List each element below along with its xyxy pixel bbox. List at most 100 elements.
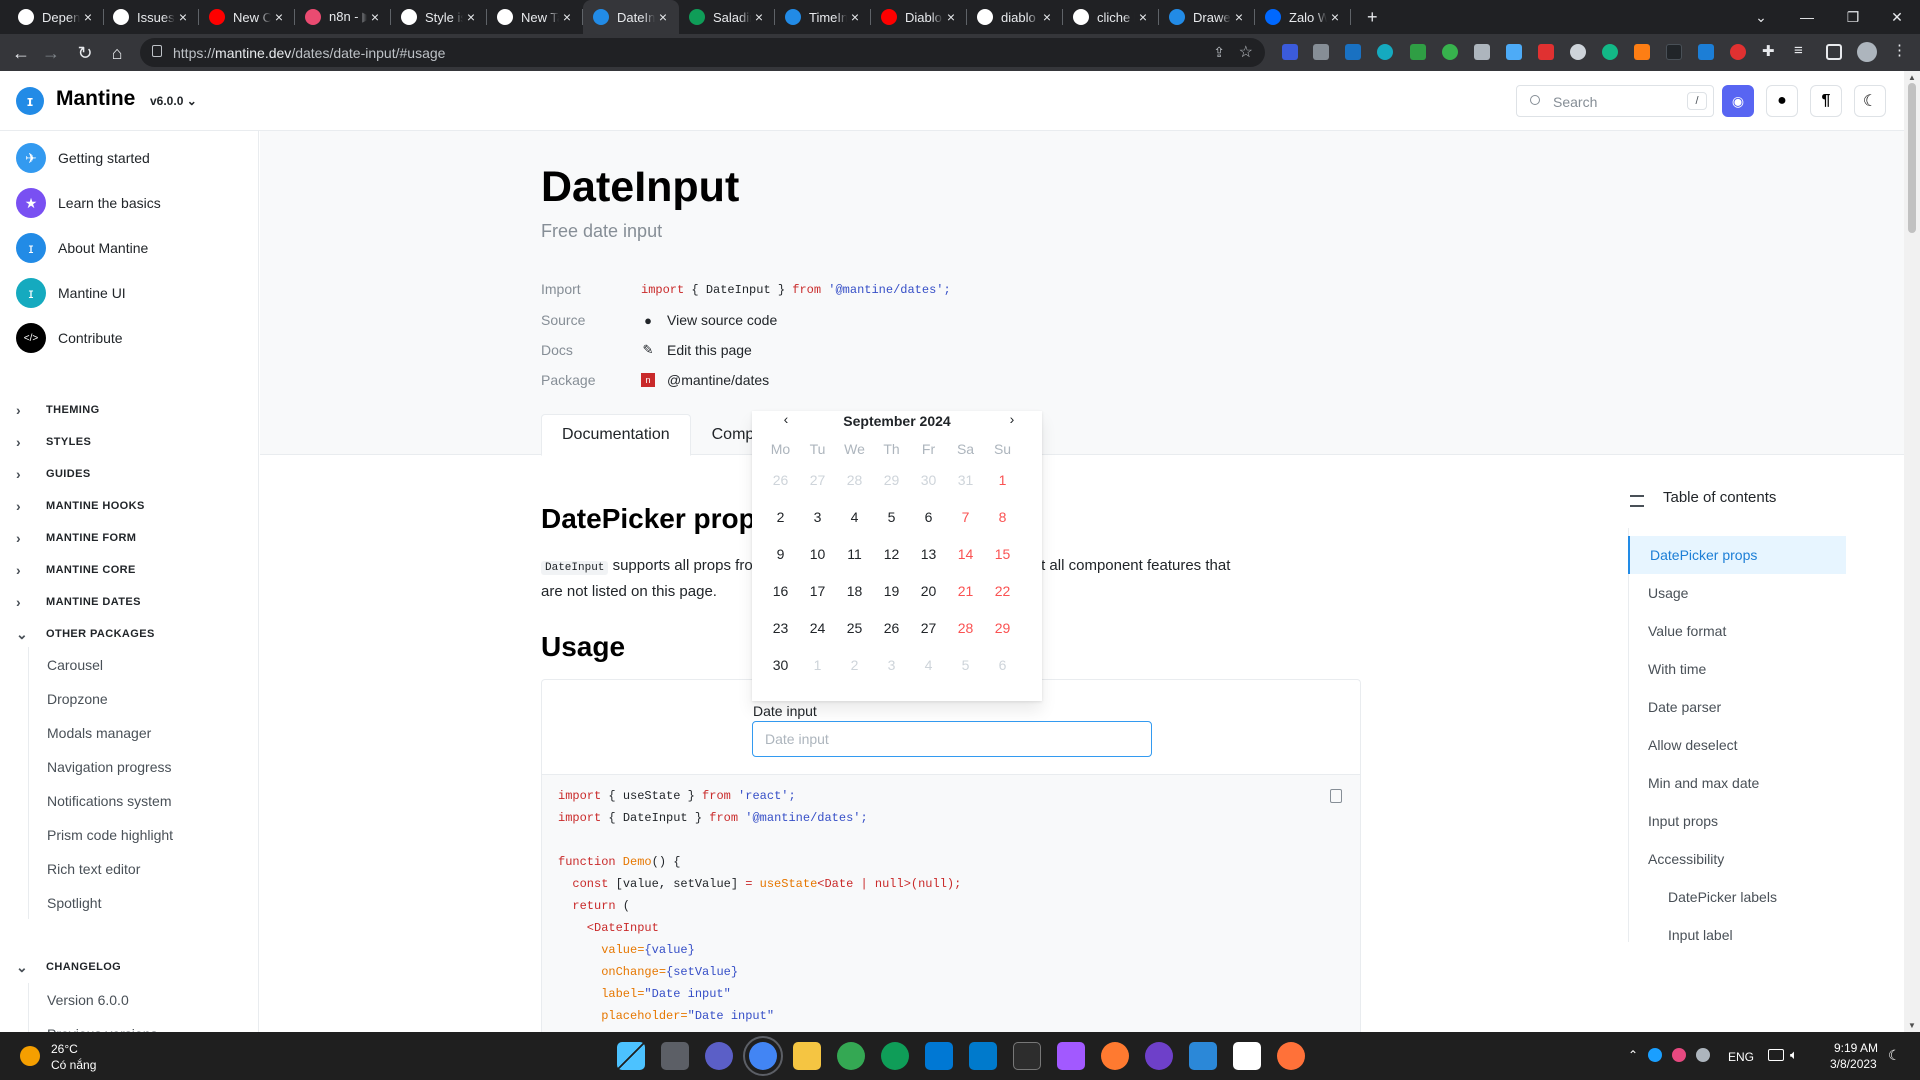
- home-icon[interactable]: ⌂: [104, 40, 130, 66]
- toc-item[interactable]: DatePicker labels: [1628, 878, 1846, 916]
- extension-badge2-icon[interactable]: [1698, 44, 1714, 60]
- tab-close-icon[interactable]: ×: [1327, 9, 1343, 25]
- calendar-day[interactable]: 3: [873, 647, 910, 684]
- toc-item[interactable]: Input props: [1628, 802, 1846, 840]
- calendar-day[interactable]: 8: [984, 499, 1021, 536]
- source-link[interactable]: ● View source code: [641, 312, 777, 328]
- discord-icon[interactable]: ◉: [1722, 85, 1754, 117]
- sidebar-item[interactable]: Dropzone: [47, 691, 108, 707]
- firefox-icon[interactable]: [1277, 1042, 1305, 1070]
- tab-search-icon[interactable]: ⌄: [1738, 0, 1784, 34]
- tab-close-icon[interactable]: ×: [751, 9, 767, 25]
- calendar-day[interactable]: 6: [984, 647, 1021, 684]
- calendar-day[interactable]: 16: [762, 573, 799, 610]
- extension-bitwarden-icon[interactable]: [1282, 44, 1298, 60]
- browser-tab[interactable]: Saladin Ac×: [679, 0, 775, 34]
- calendar-day[interactable]: 10: [799, 536, 836, 573]
- sidebar-item[interactable]: Carousel: [47, 657, 103, 673]
- calendar-day[interactable]: 4: [910, 647, 947, 684]
- calendar-day[interactable]: 13: [910, 536, 947, 573]
- browser-tab[interactable]: n8n - ▶ R×: [295, 0, 391, 34]
- bookmark-star-icon[interactable]: ☆: [1239, 42, 1253, 62]
- calendar-day[interactable]: 6: [910, 499, 947, 536]
- version-select[interactable]: v6.0.0 ⌄: [150, 94, 197, 108]
- extension-toolkit-icon[interactable]: [1506, 44, 1522, 60]
- share-icon[interactable]: ⇪: [1213, 44, 1225, 61]
- tab-close-icon[interactable]: ×: [847, 9, 863, 25]
- calendar-day[interactable]: 19: [873, 573, 910, 610]
- browser-tab[interactable]: cliche là g×: [1063, 0, 1159, 34]
- calendar-day[interactable]: 23: [762, 610, 799, 647]
- new-tab-button[interactable]: +: [1357, 0, 1378, 34]
- tray-app2-icon[interactable]: [1696, 1048, 1710, 1062]
- calendar-day[interactable]: 2: [836, 647, 873, 684]
- tray-chevron-icon[interactable]: ⌃: [1628, 1048, 1638, 1062]
- calendar-day[interactable]: 3: [799, 499, 836, 536]
- extension-f-icon[interactable]: [1538, 44, 1554, 60]
- steam-tray-icon[interactable]: [1648, 1048, 1662, 1062]
- sidebar-section[interactable]: › MANTINE CORE: [16, 560, 136, 580]
- calendar-day[interactable]: 4: [836, 499, 873, 536]
- mantine-logo-icon[interactable]: ɪ: [16, 87, 44, 115]
- sidebar-item[interactable]: Modals manager: [47, 725, 151, 741]
- github-desktop-icon[interactable]: [1145, 1042, 1173, 1070]
- import-code[interactable]: import { DateInput } from '@mantine/date…: [641, 283, 951, 297]
- reading-list-icon[interactable]: ≡: [1794, 42, 1810, 59]
- sidebar-section[interactable]: › STYLES: [16, 432, 91, 452]
- calendar-day[interactable]: 24: [799, 610, 836, 647]
- toc-item[interactable]: Min and max date: [1628, 764, 1846, 802]
- sidebar-section[interactable]: ⌄ OTHER PACKAGES: [16, 624, 155, 644]
- clock-time[interactable]: 9:19 AM: [1834, 1041, 1878, 1055]
- browser-tab[interactable]: TimeInput×: [775, 0, 871, 34]
- extension-a-icon[interactable]: [1602, 44, 1618, 60]
- calendar-day[interactable]: 5: [947, 647, 984, 684]
- sidebar-item[interactable]: Notifications system: [47, 793, 171, 809]
- task-view-icon[interactable]: [661, 1042, 689, 1070]
- sidebar-link[interactable]: </> Contribute: [16, 323, 123, 353]
- notifications-icon[interactable]: ☾: [1888, 1047, 1901, 1064]
- toc-item[interactable]: With time: [1628, 650, 1846, 688]
- calendar-day[interactable]: 30: [762, 647, 799, 684]
- edit-page-link[interactable]: ✎ Edit this page: [641, 342, 752, 358]
- calendar-day[interactable]: 25: [836, 610, 873, 647]
- calendar-day[interactable]: 1: [984, 462, 1021, 499]
- minimize-icon[interactable]: —: [1784, 0, 1830, 34]
- calendar-day[interactable]: 5: [873, 499, 910, 536]
- sidebar-link[interactable]: ɪ About Mantine: [16, 233, 148, 263]
- calendar-day[interactable]: 26: [873, 610, 910, 647]
- calendar-day[interactable]: 15: [984, 536, 1021, 573]
- browser-tab[interactable]: New Chap×: [199, 0, 295, 34]
- sidebar-section[interactable]: › MANTINE DATES: [16, 592, 141, 612]
- tab-close-icon[interactable]: ×: [943, 9, 959, 25]
- extension-heart-icon[interactable]: [1730, 44, 1746, 60]
- calendar-day[interactable]: 17: [799, 573, 836, 610]
- extension-grammarly-icon[interactable]: [1442, 44, 1458, 60]
- forward-icon[interactable]: →: [38, 40, 64, 66]
- calendar-day[interactable]: 31: [947, 462, 984, 499]
- toc-item[interactable]: Date parser: [1628, 688, 1846, 726]
- back-icon[interactable]: ←: [8, 40, 34, 66]
- edge-icon[interactable]: [881, 1042, 909, 1070]
- sidebar-section[interactable]: › MANTINE FORM: [16, 528, 136, 548]
- calendar-day[interactable]: 27: [799, 462, 836, 499]
- clock-date[interactable]: 3/8/2023: [1830, 1057, 1877, 1071]
- calendar-day[interactable]: 26: [762, 462, 799, 499]
- tab-close-icon[interactable]: ×: [655, 9, 671, 25]
- restore-icon[interactable]: ❐: [1830, 0, 1876, 34]
- profile-avatar-icon[interactable]: [1857, 42, 1877, 62]
- extension-ublock-icon[interactable]: [1474, 44, 1490, 60]
- tab-close-icon[interactable]: ×: [1231, 9, 1247, 25]
- toc-item[interactable]: Value format: [1628, 612, 1846, 650]
- extensions-puzzle-icon[interactable]: ✚: [1762, 42, 1778, 60]
- toc-item[interactable]: Usage: [1628, 574, 1846, 612]
- toc-item[interactable]: Accessibility: [1628, 840, 1846, 878]
- extension-face-icon[interactable]: [1570, 44, 1586, 60]
- sidebar-section[interactable]: › GUIDES: [16, 464, 91, 484]
- toc-item[interactable]: Allow deselect: [1628, 726, 1846, 764]
- address-bar[interactable]: https://mantine.dev/dates/date-input/#us…: [140, 38, 1265, 67]
- reload-icon[interactable]: ↻: [72, 40, 98, 66]
- sidebar-section[interactable]: ⌄ CHANGELOG: [16, 957, 121, 977]
- chrome-taskbar-icon[interactable]: [743, 1036, 783, 1076]
- chrome-menu-icon[interactable]: ⋮: [1892, 41, 1908, 59]
- tab-close-icon[interactable]: ×: [80, 9, 96, 25]
